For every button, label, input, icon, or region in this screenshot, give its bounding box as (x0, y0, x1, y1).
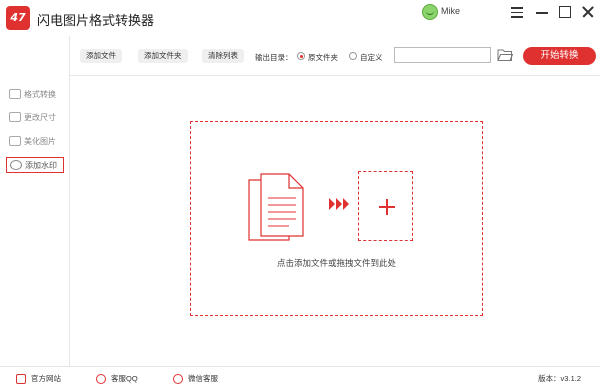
radio-original-label[interactable]: 原文件夹 (308, 52, 338, 63)
folder-open-icon[interactable] (497, 48, 513, 62)
drop-zone[interactable] (190, 121, 483, 316)
sidebar-item-label: 格式转换 (24, 89, 56, 99)
watermark-icon (10, 160, 22, 170)
qq-label: 客服QQ (111, 374, 138, 383)
sidebar-item-label: 美化图片 (24, 136, 56, 146)
menu-icon[interactable] (509, 4, 525, 20)
add-file-button[interactable]: 添加文件 (80, 49, 122, 63)
monitor-icon (16, 373, 26, 384)
version-label: 版本：v3.1.2 (538, 374, 581, 383)
radio-custom[interactable] (349, 52, 357, 60)
footer: 官方网站 客服QQ 微信客服 版本：v3.1.2 (0, 366, 600, 388)
radio-custom-label[interactable]: 自定义 (360, 52, 383, 63)
sidebar-item-watermark[interactable]: 添加水印 (6, 157, 64, 173)
wechat-label: 微信客服 (188, 374, 218, 383)
qq-service-link[interactable]: 客服QQ (96, 373, 138, 384)
close-icon[interactable] (580, 4, 596, 20)
arrow-right-icon (329, 198, 349, 210)
wechat-icon (173, 373, 183, 384)
beautify-icon (9, 136, 21, 146)
username[interactable]: Mike (441, 6, 460, 16)
output-path-input[interactable] (394, 47, 491, 63)
sidebar: 格式转换 更改尺寸 美化图片 添加水印 (0, 36, 70, 366)
app-logo: 47 (6, 6, 30, 30)
website-link[interactable]: 官方网站 (16, 373, 61, 384)
qq-icon (96, 373, 106, 384)
avatar[interactable] (422, 4, 438, 20)
add-file-box[interactable] (358, 171, 413, 241)
convert-icon (9, 89, 21, 99)
sidebar-item-format-convert[interactable]: 格式转换 (6, 86, 64, 102)
minimize-icon[interactable] (534, 4, 550, 20)
clear-list-button[interactable]: 清除列表 (202, 49, 244, 63)
website-label: 官方网站 (31, 374, 61, 383)
toolbar: 添加文件 添加文件夹 清除列表 输出目录： 原文件夹 自定义 开始转换 (70, 36, 600, 76)
start-convert-button[interactable]: 开始转换 (523, 47, 596, 65)
maximize-icon[interactable] (557, 4, 573, 20)
output-dir-label: 输出目录： (255, 53, 293, 62)
title-bar: 47 闪电图片格式转换器 Mike (0, 0, 600, 36)
sidebar-item-resize[interactable]: 更改尺寸 (6, 109, 64, 125)
add-folder-button[interactable]: 添加文件夹 (138, 49, 188, 63)
sidebar-item-beautify[interactable]: 美化图片 (6, 133, 64, 149)
app-title: 闪电图片格式转换器 (37, 14, 155, 29)
sidebar-item-label: 添加水印 (25, 160, 57, 170)
logo-text: 47 (10, 11, 26, 24)
resize-icon (9, 112, 21, 122)
sidebar-item-label: 更改尺寸 (24, 112, 56, 122)
drop-hint: 点击添加文件或拖拽文件到此处 (276, 258, 396, 268)
wechat-service-link[interactable]: 微信客服 (173, 373, 218, 384)
documents-icon (248, 173, 304, 241)
radio-original-folder[interactable] (297, 52, 305, 60)
